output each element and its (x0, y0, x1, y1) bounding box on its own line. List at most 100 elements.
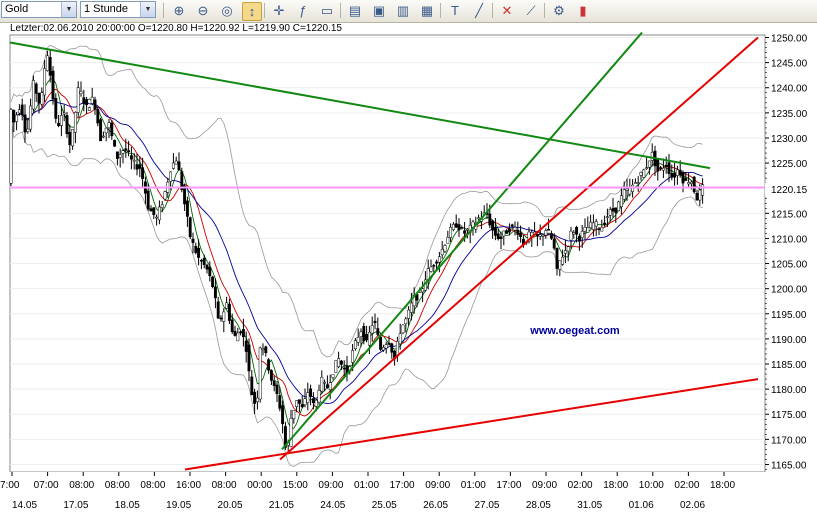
candle-body (622, 189, 626, 200)
candle-body (104, 127, 108, 134)
x-date-label: 21.05 (269, 500, 294, 511)
x-date-label: 28.05 (526, 500, 551, 511)
image-export-icon[interactable]: ▦ (418, 2, 436, 19)
candle-body (516, 229, 520, 235)
y-tick-label: 1175.00 (771, 410, 807, 421)
candle-body (149, 208, 153, 212)
symbol-select[interactable]: Gold ▼ (1, 1, 77, 18)
y-tick-label: 1205.00 (771, 260, 808, 271)
x-time-label: 00:00 (247, 480, 272, 491)
x-date-label: 27.05 (474, 500, 499, 511)
candle-body (311, 398, 315, 404)
candle-body (617, 201, 621, 212)
text-tool-icon[interactable]: T (446, 2, 464, 19)
candle-body (93, 99, 97, 110)
interval-select[interactable]: 1 Stunde ▼ (80, 1, 156, 18)
x-time-label: 02:00 (568, 480, 593, 491)
candle-body (334, 360, 338, 373)
candle-body (314, 399, 318, 407)
candle-body (659, 167, 663, 169)
candle-body (491, 220, 495, 231)
candle-body (297, 399, 301, 404)
candle-type-icon[interactable]: ▮ (574, 2, 592, 19)
time-axis: 7:00 07:00 08:00 08:00 08:00 16:00 08:00 00:00 1… (0, 472, 817, 515)
candle-body (664, 164, 668, 167)
candle-body (57, 122, 61, 126)
x-date-label: 02.06 (680, 500, 705, 511)
candle-body (435, 261, 439, 264)
candle-body (197, 247, 201, 258)
candle-body (160, 204, 164, 208)
x-date-label: 14.05 (12, 500, 37, 511)
candle-body (331, 374, 335, 378)
fibonacci-icon[interactable]: ✕ (498, 2, 516, 19)
candle-body (689, 181, 693, 184)
x-date-label: 01.06 (629, 500, 654, 511)
candle-body (356, 337, 360, 343)
candle-body (339, 360, 343, 365)
candle-body (34, 83, 38, 94)
window-icon[interactable]: ▭ (318, 2, 336, 19)
export-icon[interactable]: ▥ (394, 2, 412, 19)
candle-body (544, 230, 548, 236)
candle-body (401, 324, 405, 334)
candle-body (437, 256, 441, 263)
candle-body (404, 318, 408, 324)
y-tick-label: 1195.00 (771, 310, 807, 321)
candle-body (692, 176, 696, 193)
candle-body (216, 301, 220, 319)
zoom-in-icon[interactable]: ⊕ (170, 2, 188, 19)
candle-body (236, 332, 240, 342)
candle-body (513, 227, 517, 231)
chevron-down-icon[interactable]: ▼ (61, 2, 76, 17)
candle-body (549, 233, 553, 239)
candle-body (421, 288, 425, 293)
trend-tool-icon[interactable]: ⟋ (522, 2, 540, 19)
last-price-tag: 1220.15 (765, 183, 817, 196)
candle-body (701, 184, 705, 196)
cursor-move-icon[interactable]: ↕ (242, 2, 262, 21)
x-date-label: 19.05 (166, 500, 191, 511)
zoom-out-icon[interactable]: ⊖ (194, 2, 212, 19)
candle-body (566, 246, 570, 252)
formula-icon[interactable]: ƒ (294, 2, 312, 19)
candle-body (656, 158, 660, 172)
settings-icon[interactable]: ⚙ (550, 2, 568, 19)
toolbar-separator (492, 3, 493, 18)
save-icon[interactable]: ▣ (370, 2, 388, 19)
candle-body (303, 398, 307, 406)
line-tool-icon[interactable]: ╱ (470, 2, 488, 19)
candle-body (23, 114, 27, 133)
crosshair-icon[interactable]: ✛ (270, 2, 288, 19)
candle-body (239, 331, 243, 334)
zoom-fit-icon[interactable]: ◎ (218, 2, 236, 19)
print-icon[interactable]: ▤ (346, 2, 364, 19)
candle-body (583, 227, 587, 232)
candle-body (580, 231, 584, 238)
candle-body (650, 152, 654, 161)
y-tick-label: 1250.00 (771, 34, 808, 45)
candle-body (390, 343, 394, 353)
candle-body (370, 325, 374, 334)
candle-body (684, 178, 688, 181)
candle-body (698, 189, 702, 201)
toolbar-separator (544, 3, 545, 18)
candle-body (222, 311, 226, 322)
candle-body (605, 216, 609, 218)
toolbar-separator (440, 3, 441, 18)
candle-body (113, 140, 117, 147)
chevron-down-icon[interactable]: ▼ (140, 2, 155, 17)
candle-body (20, 104, 24, 116)
candle-body (230, 319, 234, 332)
candle-body (289, 418, 293, 447)
candle-body (443, 245, 447, 252)
candle-body (188, 217, 192, 238)
candle-body (205, 264, 209, 270)
candle-body (211, 276, 215, 287)
candle-body (460, 227, 464, 229)
candle-body (118, 154, 122, 158)
candle-body (244, 340, 248, 352)
price-chart[interactable]: www.oegeat.com 1250.00 1245.00 1240.00 1235… (0, 22, 817, 515)
candle-body (281, 405, 285, 425)
candle-body (328, 382, 332, 391)
